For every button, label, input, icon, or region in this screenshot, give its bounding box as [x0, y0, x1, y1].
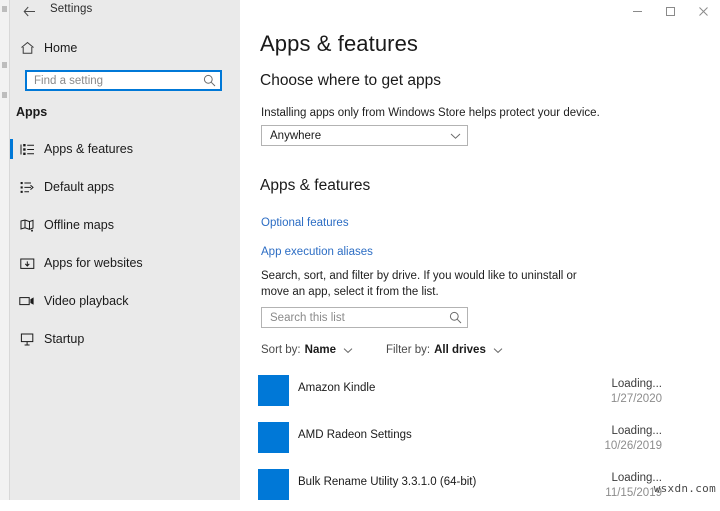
filter-by-dropdown[interactable]: Filter by: All drives [386, 344, 503, 356]
app-name: Bulk Rename Utility 3.3.1.0 (64-bit) [298, 476, 477, 488]
window-controls [621, 0, 720, 22]
default-apps-icon [10, 181, 44, 194]
app-list-search-input[interactable] [262, 308, 443, 327]
app-size-status: Loading... [611, 378, 662, 390]
app-install-date: 1/27/2020 [610, 393, 662, 405]
sidebar-item-home-label: Home [44, 41, 78, 55]
app-install-date: 10/26/2019 [604, 440, 662, 452]
app-icon [258, 469, 289, 500]
startup-icon [10, 333, 44, 346]
window-title: Settings [50, 3, 93, 15]
filter-by-value: All drives [434, 344, 486, 356]
list-item[interactable]: Amazon Kindle Loading... 1/27/2020 [258, 370, 710, 417]
page-title: Apps & features [260, 31, 419, 56]
app-meta: Loading... 10/26/2019 [604, 424, 662, 454]
app-meta: Loading... 1/27/2020 [611, 377, 662, 407]
maximize-button[interactable] [654, 0, 687, 22]
sidebar: Home Apps [10, 22, 240, 500]
app-list-search-box[interactable] [261, 307, 468, 328]
close-button[interactable] [687, 0, 720, 22]
sidebar-item-label: Apps for websites [44, 256, 143, 270]
video-playback-icon [10, 295, 44, 307]
sidebar-item-apps-for-websites[interactable]: Apps for websites [10, 244, 240, 282]
chevron-down-icon [493, 347, 503, 354]
sidebar-item-offline-maps[interactable]: Offline maps [10, 206, 240, 244]
sort-by-label: Sort by: [261, 344, 301, 356]
list-item[interactable]: Bulk Rename Utility 3.3.1.0 (64-bit) Loa… [258, 464, 710, 511]
filter-by-label: Filter by: [385, 344, 431, 356]
sidebar-section-title: Apps [16, 105, 48, 119]
watermark: wsxdn.com [653, 482, 716, 495]
sidebar-item-label: Apps & features [44, 142, 133, 156]
app-icon [258, 422, 289, 453]
app-name: Amazon Kindle [298, 382, 376, 394]
app-source-value: Anywhere [270, 129, 322, 142]
chevron-down-icon [343, 347, 353, 354]
title-bar: Settings [10, 0, 720, 22]
sidebar-item-label: Offline maps [44, 218, 114, 232]
choose-source-heading: Choose where to get apps [260, 72, 441, 89]
maximize-icon [665, 6, 676, 17]
list-filter-row: Sort by: Name Filter by: All drives [261, 344, 661, 356]
sidebar-item-label: Default apps [44, 180, 115, 194]
sidebar-item-home[interactable]: Home [10, 35, 240, 61]
sidebar-item-default-apps[interactable]: Default apps [10, 168, 240, 206]
sidebar-item-label: Startup [44, 332, 85, 346]
search-input[interactable] [27, 72, 198, 89]
choose-source-description: Installing apps only from Windows Store … [261, 107, 600, 119]
selection-indicator [10, 139, 13, 159]
chevron-down-icon [443, 132, 467, 140]
background-window-strip [0, 0, 10, 500]
back-arrow-icon [23, 6, 36, 17]
optional-features-link[interactable]: Optional features [261, 217, 349, 229]
settings-search-box[interactable] [25, 70, 222, 91]
sidebar-nav: Apps & features Default apps Offline map… [10, 130, 240, 358]
apps-features-heading: Apps & features [260, 177, 371, 194]
search-icon [198, 74, 220, 87]
offline-maps-icon [10, 218, 44, 232]
app-source-dropdown[interactable]: Anywhere [261, 125, 468, 146]
minimize-button[interactable] [621, 0, 654, 22]
minimize-icon [632, 6, 643, 17]
app-list: Amazon Kindle Loading... 1/27/2020 AMD R… [258, 370, 710, 511]
app-name: AMD Radeon Settings [298, 429, 412, 441]
sidebar-item-video-playback[interactable]: Video playback [10, 282, 240, 320]
app-icon [258, 375, 289, 406]
apps-for-websites-icon [10, 257, 44, 270]
app-size-status: Loading... [611, 425, 662, 437]
settings-window: Settings Home Find a setting Apps Apps &… [10, 0, 720, 500]
sidebar-item-label: Video playback [44, 294, 129, 308]
list-features-icon [10, 143, 44, 156]
sidebar-item-startup[interactable]: Startup [10, 320, 240, 358]
main-content: Apps & features Choose where to get apps… [240, 22, 720, 500]
sort-by-value: Name [304, 344, 336, 356]
sort-by-dropdown[interactable]: Sort by: Name [261, 344, 353, 356]
close-icon [698, 6, 709, 17]
list-item[interactable]: AMD Radeon Settings Loading... 10/26/201… [258, 417, 710, 464]
search-icon [443, 311, 467, 324]
home-icon [10, 41, 44, 55]
sidebar-item-apps-features[interactable]: Apps & features [10, 130, 240, 168]
list-description: Search, sort, and filter by drive. If yo… [261, 270, 577, 298]
back-button[interactable] [14, 0, 44, 22]
app-execution-aliases-link[interactable]: App execution aliases [261, 246, 373, 258]
